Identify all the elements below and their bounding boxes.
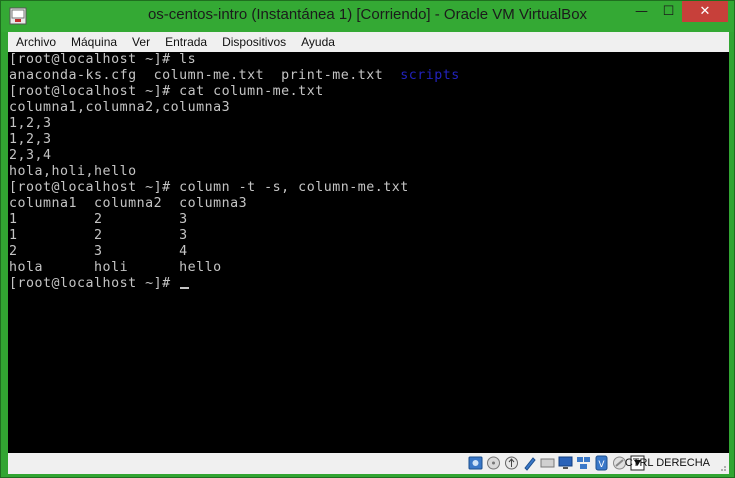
window-title: os-centos-intro (Instantánea 1) [Corrien… bbox=[147, 6, 588, 23]
window-controls: — ☐ ✕ bbox=[628, 1, 728, 22]
terminal-prompt: [root@localhost ~]# bbox=[9, 276, 180, 291]
svg-text:V: V bbox=[598, 460, 605, 470]
terminal-line: [root@localhost ~]# column -t -s, column… bbox=[9, 180, 409, 196]
menu-ver[interactable]: Ver bbox=[124, 35, 157, 49]
terminal-line: 2 3 4 bbox=[9, 244, 188, 260]
terminal-line-text: [root@localhost ~]# column -t -s, column… bbox=[9, 180, 409, 195]
terminal-line-text: 1,2,3 bbox=[9, 116, 52, 131]
maximize-button[interactable]: ☐ bbox=[655, 1, 682, 22]
terminal-line-text: 1,2,3 bbox=[9, 132, 52, 147]
terminal-line-text: 1 2 3 bbox=[9, 228, 188, 243]
terminal-line: [root@localhost ~]# cat column-me.txt bbox=[9, 84, 324, 100]
vm-console-display[interactable]: [root@localhost ~]# ls anaconda-ks.cfg c… bbox=[8, 52, 729, 453]
terminal-line-text: [root@localhost ~]# ls bbox=[9, 52, 197, 67]
host-key-label[interactable]: CTRL DERECHA bbox=[625, 457, 710, 469]
close-icon: ✕ bbox=[699, 4, 711, 19]
terminal-line: anaconda-ks.cfg column-me.txt print-me.t… bbox=[9, 68, 460, 84]
terminal-line-text: columna1 columna2 columna3 bbox=[9, 196, 248, 211]
terminal-line-text: 2,3,4 bbox=[9, 148, 52, 163]
terminal-line: hola,holi,hello bbox=[9, 164, 137, 180]
status-icons: V bbox=[468, 455, 645, 471]
display-icon[interactable] bbox=[540, 455, 555, 471]
menu-dispositivos[interactable]: Dispositivos bbox=[214, 35, 293, 49]
minimize-icon: — bbox=[635, 4, 648, 19]
terminal-line-text: hola holi hello bbox=[9, 260, 222, 275]
title-bar[interactable]: os-centos-intro (Instantánea 1) [Corrien… bbox=[1, 1, 734, 32]
terminal-line: hola holi hello bbox=[9, 260, 222, 276]
directory-name: scripts bbox=[400, 68, 460, 83]
resize-grip-icon[interactable] bbox=[717, 462, 727, 472]
hard-disk-icon[interactable] bbox=[468, 455, 483, 471]
terminal-line-text: 1 2 3 bbox=[9, 212, 188, 227]
shared-folders-icon[interactable] bbox=[522, 455, 537, 471]
terminal-line-text: 2 3 4 bbox=[9, 244, 188, 259]
network-icon[interactable] bbox=[558, 455, 573, 471]
terminal-line: columna1 columna2 columna3 bbox=[9, 196, 247, 212]
usb-icon[interactable] bbox=[504, 455, 519, 471]
terminal-line: 1,2,3 bbox=[9, 132, 52, 148]
menu-maquina[interactable]: Máquina bbox=[63, 35, 124, 49]
terminal-line-text: columna1,columna2,columna3 bbox=[9, 100, 231, 115]
terminal-line: [root@localhost ~]# ls bbox=[9, 52, 196, 68]
terminal-prompt-line: [root@localhost ~]# bbox=[9, 276, 190, 292]
terminal-line-text: anaconda-ks.cfg column-me.txt print-me.t… bbox=[9, 68, 401, 83]
close-button[interactable]: ✕ bbox=[682, 1, 728, 22]
terminal-line: 1 2 3 bbox=[9, 228, 188, 244]
terminal-line: 1,2,3 bbox=[9, 116, 52, 132]
menu-entrada[interactable]: Entrada bbox=[157, 35, 214, 49]
maximize-icon: ☐ bbox=[662, 4, 675, 19]
status-bar: V CTRL DERECHA bbox=[8, 453, 729, 474]
terminal-line: columna1,columna2,columna3 bbox=[9, 100, 230, 116]
optical-drive-icon[interactable] bbox=[486, 455, 501, 471]
menu-ayuda[interactable]: Ayuda bbox=[293, 35, 342, 49]
menu-bar: Archivo Máquina Ver Entrada Dispositivos… bbox=[8, 32, 729, 52]
virtualbox-window: os-centos-intro (Instantánea 1) [Corrien… bbox=[0, 0, 735, 478]
terminal-line-text: [root@localhost ~]# cat column-me.txt bbox=[9, 84, 324, 99]
usb-device-icon[interactable]: V bbox=[594, 455, 609, 471]
terminal-line-text: hola,holi,hello bbox=[9, 164, 137, 179]
menu-archivo[interactable]: Archivo bbox=[8, 35, 63, 49]
minimize-button[interactable]: — bbox=[628, 1, 655, 22]
terminal-line: 1 2 3 bbox=[9, 212, 188, 228]
capture-icon[interactable] bbox=[576, 455, 591, 471]
text-cursor bbox=[180, 287, 190, 289]
terminal-line: 2,3,4 bbox=[9, 148, 52, 164]
